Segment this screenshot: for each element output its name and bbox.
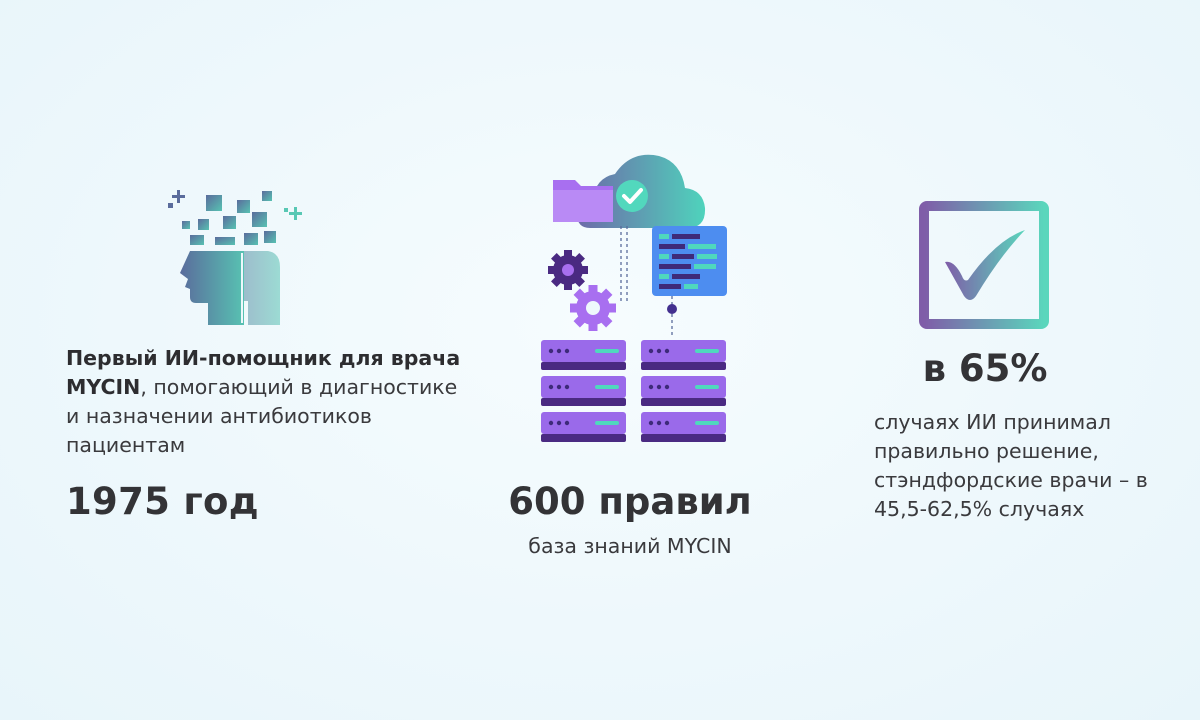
ai-head-icon [160,183,310,328]
accuracy-description: случаях ИИ принимал правильно решение, с… [874,410,1148,521]
cloud-server-icon [535,148,735,454]
year-value: 1975 год [66,480,259,523]
rules-count-value: 600 правил [508,480,752,523]
mycin-description: Первый ИИ-помощник для врача MYCIN, помо… [66,344,466,460]
checkmark-icon [918,200,1050,330]
accuracy-value: в 65% [922,347,1048,390]
rules-caption: база знаний MYCIN [528,534,732,558]
